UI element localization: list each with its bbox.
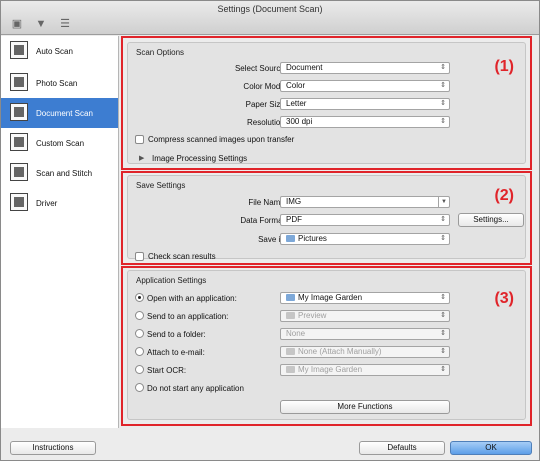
sidebar-item-driver[interactable]: Driver: [1, 188, 118, 218]
sidebar-item-scan-and-stitch[interactable]: Scan and Stitch: [1, 158, 118, 188]
do-not-start-application-label: Do not start any application: [147, 384, 244, 393]
chevron-updown-icon: ⇕: [440, 330, 446, 337]
save-settings-title: Save Settings: [136, 181, 186, 190]
sidebar-item-label: Driver: [36, 199, 58, 208]
scan-from-computer-icon[interactable]: ▣: [9, 17, 25, 31]
section-marker-3: (3): [494, 290, 514, 307]
chevron-updown-icon: ⇕: [440, 82, 446, 89]
scan-options-title: Scan Options: [136, 48, 185, 57]
folder-icon: [286, 235, 295, 242]
photo-scan-icon: [10, 73, 28, 91]
sidebar: Auto Scan Photo Scan Document Scan Custo…: [1, 36, 119, 428]
save-settings-section: Save Settings File Name: IMG ▼ Data Forma…: [121, 171, 532, 265]
window-title: Settings (Document Scan): [217, 4, 323, 14]
radio-do-not-start-application[interactable]: [135, 383, 144, 392]
sidebar-item-document-scan[interactable]: Document Scan: [1, 98, 118, 128]
application-settings-title: Application Settings: [136, 276, 207, 285]
document-scan-icon: [10, 103, 28, 121]
chevron-updown-icon: ⇕: [440, 348, 446, 355]
chevron-updown-icon: ⇕: [440, 100, 446, 107]
scan-from-panel-icon[interactable]: ▼: [33, 17, 49, 31]
save-settings-button[interactable]: Settings...: [458, 213, 524, 227]
mail-icon: [286, 348, 295, 355]
paper-size-dropdown[interactable]: Letter ⇕: [280, 98, 450, 110]
attach-to-email-dropdown[interactable]: None (Attach Manually) ⇕: [280, 346, 450, 358]
data-format-dropdown[interactable]: PDF ⇕: [280, 214, 450, 226]
attach-to-email-label: Attach to e-mail:: [147, 348, 205, 357]
general-settings-icon[interactable]: ☰: [57, 17, 73, 31]
my-image-garden-icon: [286, 294, 295, 301]
select-source-dropdown[interactable]: Document ⇕: [280, 62, 450, 74]
scan-options-section: Scan Options Select Source: Document ⇕ Co…: [121, 36, 532, 170]
ok-button[interactable]: OK: [450, 441, 532, 455]
send-to-folder-dropdown[interactable]: None ⇕: [280, 328, 450, 340]
radio-start-ocr[interactable]: [135, 365, 144, 374]
send-to-application-dropdown[interactable]: Preview ⇕: [280, 310, 450, 322]
radio-attach-to-email[interactable]: [135, 347, 144, 356]
compress-checkbox[interactable]: [135, 135, 144, 144]
chevron-updown-icon: ⇕: [440, 312, 446, 319]
check-scan-results-label: Check scan results: [148, 252, 216, 261]
sidebar-item-label: Auto Scan: [36, 47, 73, 56]
resolution-dropdown[interactable]: 300 dpi ⇕: [280, 116, 450, 128]
title-bar: Settings (Document Scan) ▣ ▼ ☰: [1, 1, 539, 35]
start-ocr-dropdown[interactable]: My Image Garden ⇕: [280, 364, 450, 376]
chevron-updown-icon: ⇕: [440, 216, 446, 223]
sidebar-item-custom-scan[interactable]: Custom Scan: [1, 128, 118, 158]
compress-label: Compress scanned images upon transfer: [148, 135, 295, 144]
radio-send-to-folder[interactable]: [135, 329, 144, 338]
sidebar-item-label: Photo Scan: [36, 79, 78, 88]
instructions-button[interactable]: Instructions: [10, 441, 96, 455]
send-to-folder-label: Send to a folder:: [147, 330, 206, 339]
color-mode-dropdown[interactable]: Color ⇕: [280, 80, 450, 92]
disclosure-triangle-icon[interactable]: ▶: [139, 154, 144, 162]
sidebar-item-label: Document Scan: [36, 109, 93, 118]
section-marker-1: (1): [494, 58, 514, 75]
sidebar-item-label: Scan and Stitch: [36, 169, 93, 178]
chevron-updown-icon: ⇕: [440, 366, 446, 373]
sidebar-item-photo-scan[interactable]: Photo Scan: [1, 68, 118, 98]
image-processing-settings-toggle[interactable]: Image Processing Settings: [152, 154, 247, 163]
sidebar-item-auto-scan[interactable]: Auto Scan: [1, 36, 118, 66]
scan-and-stitch-icon: [10, 163, 28, 181]
radio-send-to-application[interactable]: [135, 311, 144, 320]
sidebar-item-label: Custom Scan: [36, 139, 85, 148]
more-functions-button[interactable]: More Functions: [280, 400, 450, 414]
save-in-dropdown[interactable]: Pictures ⇕: [280, 233, 450, 245]
open-with-application-dropdown[interactable]: My Image Garden ⇕: [280, 292, 450, 304]
start-ocr-label: Start OCR:: [147, 366, 187, 375]
chevron-updown-icon: ⇕: [440, 235, 446, 242]
radio-open-with-application[interactable]: [135, 293, 144, 302]
settings-window: Settings (Document Scan) ▣ ▼ ☰ Auto Scan…: [0, 0, 540, 461]
section-marker-2: (2): [494, 187, 514, 204]
chevron-updown-icon: ⇕: [440, 294, 446, 301]
preview-icon: [286, 312, 295, 319]
auto-scan-icon: [10, 41, 28, 59]
driver-icon: [10, 193, 28, 211]
custom-scan-icon: [10, 133, 28, 151]
chevron-updown-icon: ⇕: [440, 118, 446, 125]
check-scan-results-checkbox[interactable]: [135, 252, 144, 261]
application-settings-section: Application Settings Open with an applic…: [121, 266, 532, 426]
chevron-down-icon: ▼: [438, 197, 449, 207]
defaults-button[interactable]: Defaults: [359, 441, 445, 455]
open-with-application-label: Open with an application:: [147, 294, 237, 303]
my-image-garden-icon: [286, 366, 295, 373]
send-to-application-label: Send to an application:: [147, 312, 229, 321]
chevron-updown-icon: ⇕: [440, 64, 446, 71]
file-name-combobox[interactable]: IMG ▼: [280, 196, 450, 208]
